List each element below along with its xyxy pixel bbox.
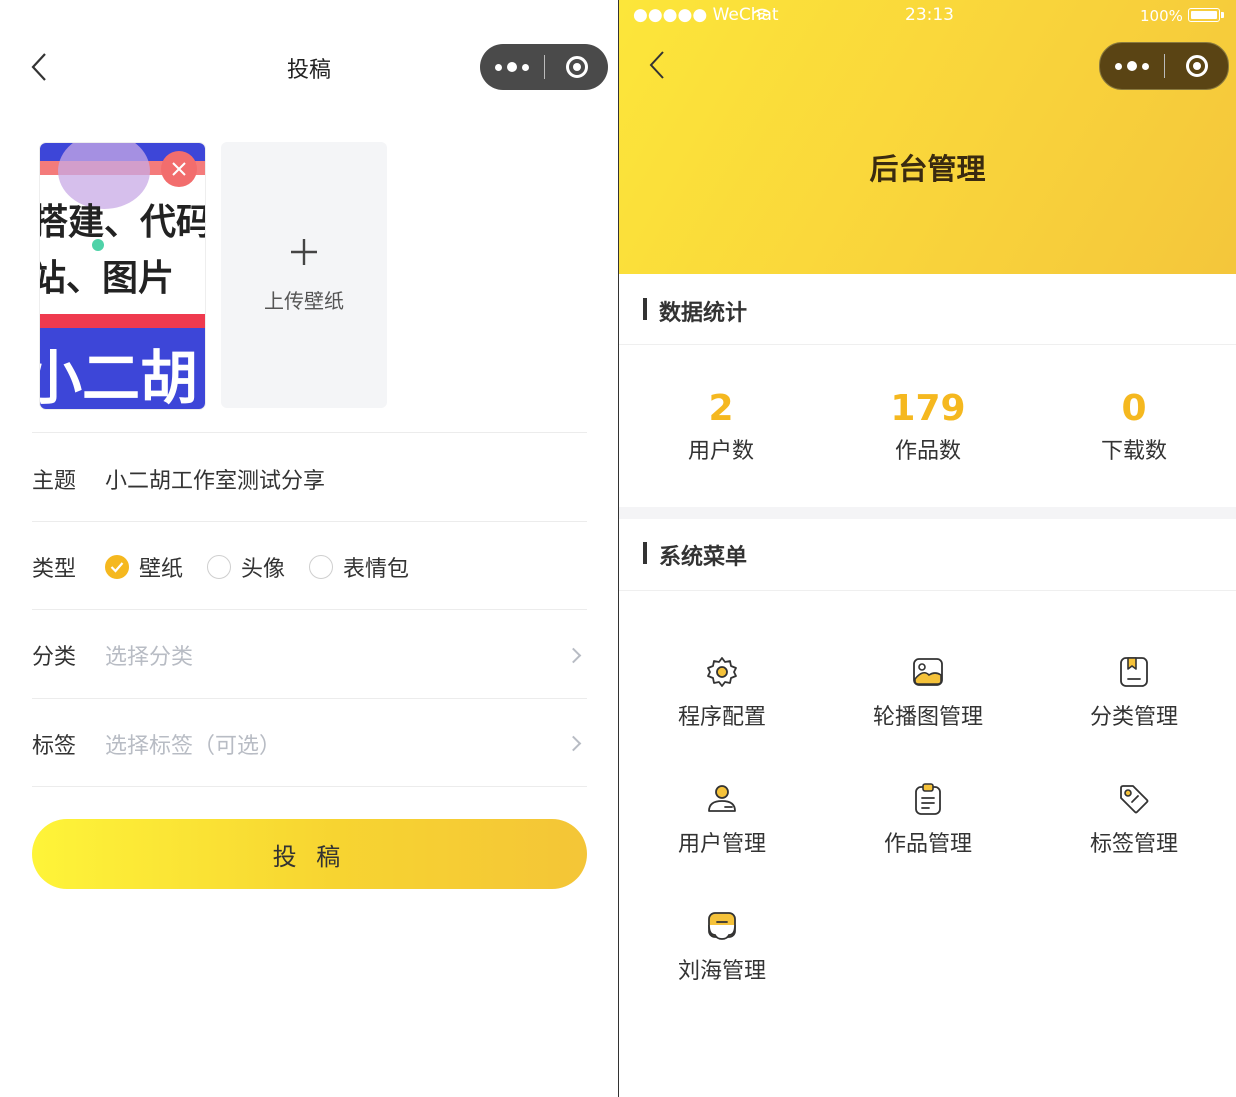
chevron-right-icon (565, 735, 582, 752)
radio-checked-icon (105, 555, 129, 579)
admin-page: ●●●●● WeChat 23:13 100% 后台管理 数据统计 2 用户数 … (619, 0, 1236, 1097)
type-option-wallpaper[interactable]: 壁纸 (105, 551, 183, 583)
thumb-text-line: 搭建、代码 (40, 202, 205, 243)
divider (619, 344, 1236, 345)
category-picker[interactable]: 分类 选择分类 (32, 610, 587, 698)
menu-item-label: 轮播图管理 (872, 705, 983, 730)
dot-icon (522, 63, 529, 71)
close-icon (172, 162, 186, 176)
section-bar (643, 542, 647, 564)
stat-label: 作品数 (894, 439, 961, 464)
divider (32, 521, 587, 522)
mini-program-capsule (480, 44, 608, 90)
tag-icon (1120, 785, 1149, 814)
menu-item-label: 分类管理 (1089, 705, 1178, 730)
back-button[interactable] (646, 50, 670, 80)
type-option-label: 表情包 (343, 557, 410, 582)
divider (32, 432, 587, 433)
user-icon (708, 785, 736, 812)
subject-input[interactable]: 小二胡工作室测试分享 (105, 463, 325, 495)
more-button[interactable] (1100, 61, 1164, 71)
close-miniprogram-button[interactable] (1165, 55, 1228, 77)
menu-item-label: 程序配置 (677, 705, 766, 730)
image-icon (913, 658, 943, 686)
menu-item-tags[interactable]: 标签管理 (1031, 782, 1236, 858)
plus-icon (290, 380, 318, 408)
upload-label: 上传壁纸 (264, 289, 344, 313)
type-option-label: 头像 (241, 557, 286, 582)
stats-section-title: 数据统计 (659, 301, 748, 326)
stat-users[interactable]: 2 用户数 (621, 388, 821, 465)
battery-cap (1221, 12, 1224, 18)
stat-downloads[interactable]: 0 下载数 (1034, 388, 1234, 465)
dot-icon (507, 62, 517, 72)
category-icon (1120, 657, 1148, 687)
thumb-red-stripe (40, 314, 205, 328)
chevron-left-icon (649, 51, 664, 79)
thumb-text-line: 站、图片 (40, 258, 175, 299)
stat-value: 179 (890, 388, 966, 429)
notch-icon (708, 912, 736, 940)
type-option-avatar[interactable]: 头像 (207, 551, 285, 583)
menu-item-users[interactable]: 用户管理 (619, 782, 825, 858)
tags-picker[interactable]: 标签 选择标签（可选） (32, 699, 587, 786)
thumb-text-line: 小二胡 (40, 344, 199, 409)
close-miniprogram-button[interactable] (545, 56, 608, 78)
target-icon (1185, 55, 1208, 77)
stat-label: 用户数 (687, 439, 754, 464)
submit-button[interactable]: 投 稿 (32, 819, 587, 889)
page-title: 后台管理 (869, 152, 986, 186)
dot-icon (495, 63, 502, 71)
radio-unchecked-icon (309, 555, 333, 579)
divider (32, 786, 587, 787)
menu-section-title: 系统菜单 (659, 545, 748, 570)
category-label: 分类 (32, 645, 77, 670)
target-icon (565, 56, 588, 78)
more-button[interactable] (480, 62, 544, 72)
chevron-right-icon (565, 647, 582, 664)
menu-item-category[interactable]: 分类管理 (1031, 655, 1236, 731)
category-placeholder: 选择分类 (105, 645, 194, 670)
status-battery-text: 100% (1140, 7, 1183, 25)
section-gap (619, 507, 1236, 519)
dot-icon (1127, 61, 1137, 71)
tags-label: 标签 (32, 734, 77, 759)
status-time: 23:13 (905, 5, 954, 25)
dot-icon (1142, 62, 1149, 70)
upload-wallpaper-button[interactable]: 上传壁纸 (221, 142, 387, 408)
tags-placeholder: 选择标签（可选） (105, 734, 282, 759)
delete-image-button[interactable] (161, 151, 197, 187)
gear-icon (707, 657, 737, 687)
type-option-label: 壁纸 (139, 557, 184, 582)
menu-item-label: 用户管理 (677, 832, 766, 857)
stat-value: 0 (1121, 388, 1147, 429)
section-bar (643, 298, 647, 320)
stat-value: 2 (708, 388, 734, 429)
menu-item-notch[interactable]: 刘海管理 (619, 909, 825, 985)
subject-label: 主题 (32, 469, 77, 494)
menu-item-works[interactable]: 作品管理 (825, 782, 1031, 858)
wifi-icon (753, 8, 771, 20)
radio-unchecked-icon (207, 555, 231, 579)
menu-item-label: 刘海管理 (677, 959, 766, 984)
dot-icon (1115, 62, 1122, 70)
mini-program-capsule (1099, 42, 1229, 90)
battery-icon (1188, 8, 1220, 22)
stat-label: 下载数 (1100, 439, 1167, 464)
submit-page: 投稿 搭建、代码 站、图片 小二胡 上传壁纸 主题 小二胡工作室测试分享 类型 … (0, 0, 618, 1097)
plus-icon (291, 239, 317, 265)
type-label: 类型 (32, 557, 77, 582)
divider (619, 590, 1236, 591)
menu-item-banner[interactable]: 轮播图管理 (825, 655, 1031, 731)
menu-item-label: 作品管理 (883, 832, 972, 857)
clipboard-icon (915, 783, 941, 815)
type-option-sticker[interactable]: 表情包 (309, 551, 409, 583)
menu-item-app-config[interactable]: 程序配置 (619, 655, 825, 731)
stat-works[interactable]: 179 作品数 (828, 388, 1028, 465)
menu-item-label: 标签管理 (1089, 832, 1178, 857)
